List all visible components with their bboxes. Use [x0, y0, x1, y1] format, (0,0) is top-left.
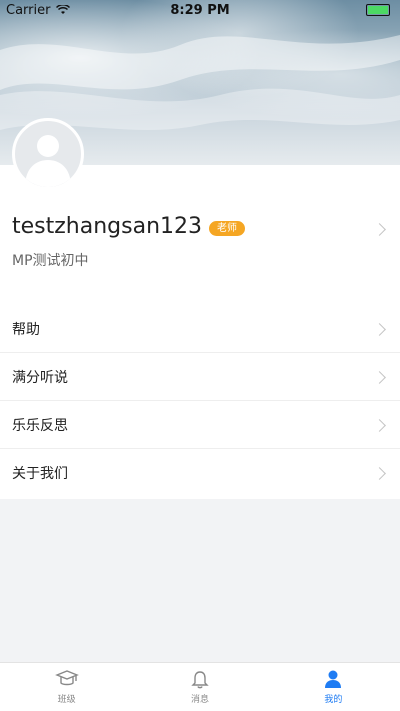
chevron-right-icon [373, 371, 386, 384]
status-time: 8:29 PM [170, 2, 230, 18]
graduation-cap-icon [54, 670, 79, 686]
tab-label: 班级 [57, 695, 76, 705]
role-badge: 老师 [209, 221, 245, 236]
menu-item-label: 关于我们 [12, 466, 68, 482]
profile-name[interactable]: testzhangsan123 [12, 214, 202, 239]
menu-item-label: 乐乐反思 [12, 418, 68, 434]
menu-item-listening-speaking[interactable]: 满分听说 [0, 353, 400, 401]
settings-menu: 帮助 满分听说 乐乐反思 关于我们 [0, 305, 400, 497]
person-icon [325, 670, 342, 688]
default-avatar-icon [25, 135, 71, 187]
menu-item-help[interactable]: 帮助 [0, 305, 400, 353]
tab-label: 我的 [324, 695, 343, 705]
chevron-right-icon [373, 323, 386, 336]
tab-bar: 班级 消息 我的 [0, 662, 400, 711]
menu-item-label: 满分听说 [12, 370, 68, 386]
chevron-right-icon[interactable] [373, 223, 386, 236]
bell-icon [191, 671, 209, 689]
chevron-right-icon [373, 419, 386, 432]
tab-class[interactable]: 班级 [0, 663, 133, 711]
profile-card: testzhangsan123 老师 MP测试初中 帮助 满分听说 乐乐反思 关… [0, 165, 400, 499]
battery-icon [366, 4, 390, 16]
tab-messages[interactable]: 消息 [133, 663, 266, 711]
school-name: MP测试初中 [12, 253, 89, 269]
avatar[interactable] [12, 118, 84, 190]
chevron-right-icon [373, 467, 386, 480]
menu-item-about-us[interactable]: 关于我们 [0, 449, 400, 497]
menu-item-label: 帮助 [12, 322, 40, 338]
tab-profile[interactable]: 我的 [267, 663, 400, 711]
tab-label: 消息 [190, 695, 209, 705]
menu-item-reflection[interactable]: 乐乐反思 [0, 401, 400, 449]
status-bar: Carrier 8:29 PM [0, 0, 400, 20]
